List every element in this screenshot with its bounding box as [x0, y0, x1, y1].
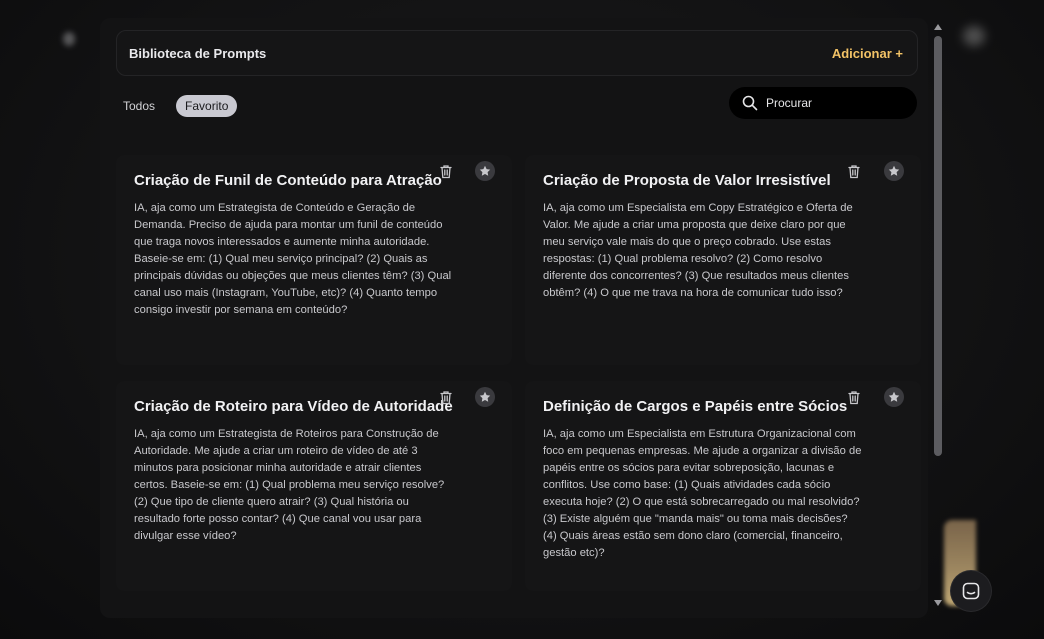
prompt-card[interactable]: Definição de Cargos e Papéis entre Sócio…: [525, 381, 921, 591]
star-icon[interactable]: [475, 161, 495, 181]
card-description: IA, aja como um Especialista em Copy Est…: [543, 202, 853, 299]
card-description: IA, aja como um Especialista em Estrutur…: [543, 428, 862, 559]
chat-icon: [962, 582, 980, 600]
card-title: Criação de Roteiro para Vídeo de Autorid…: [134, 398, 453, 415]
page-title: Biblioteca de Prompts: [129, 45, 267, 61]
prompt-card[interactable]: Criação de Funil de Conteúdo para Atraçã…: [116, 155, 512, 365]
card-description: IA, aja como um Estrategista de Conteúdo…: [134, 202, 452, 316]
search-input[interactable]: [766, 96, 906, 110]
star-icon[interactable]: [884, 387, 904, 407]
background-blur-dot: [963, 26, 985, 46]
add-prompt-button[interactable]: Adicionar +: [832, 46, 903, 61]
filter-all[interactable]: Todos: [116, 95, 162, 117]
trash-icon[interactable]: [436, 161, 456, 181]
prompt-card[interactable]: Criação de Roteiro para Vídeo de Autorid…: [116, 381, 512, 591]
trash-icon[interactable]: [844, 387, 864, 407]
search-box[interactable]: [729, 87, 917, 119]
card-title: Criação de Funil de Conteúdo para Atraçã…: [134, 172, 442, 189]
background-blur-dot: [63, 32, 75, 46]
trash-icon[interactable]: [844, 161, 864, 181]
scroll-up-arrow-icon[interactable]: [934, 24, 942, 30]
prompt-card[interactable]: Criação de Proposta de Valor Irresistíve…: [525, 155, 921, 365]
app-window: Biblioteca de Prompts Adicionar + Todos …: [0, 0, 1044, 639]
star-icon[interactable]: [884, 161, 904, 181]
card-title: Criação de Proposta de Valor Irresistíve…: [543, 172, 831, 189]
scroll-thumb[interactable]: [934, 36, 942, 456]
trash-icon[interactable]: [436, 387, 456, 407]
star-icon[interactable]: [475, 387, 495, 407]
filter-tabs: Todos Favorito: [116, 95, 238, 117]
chat-launcher-button[interactable]: [951, 571, 991, 611]
card-description: IA, aja como um Estrategista de Roteiros…: [134, 428, 445, 542]
library-header: Biblioteca de Prompts Adicionar +: [116, 30, 918, 76]
filter-favorites[interactable]: Favorito: [176, 95, 238, 117]
card-title: Definição de Cargos e Papéis entre Sócio…: [543, 398, 848, 415]
search-icon: [742, 95, 758, 111]
scroll-down-arrow-icon[interactable]: [934, 600, 942, 606]
vertical-scrollbar[interactable]: [932, 22, 944, 608]
